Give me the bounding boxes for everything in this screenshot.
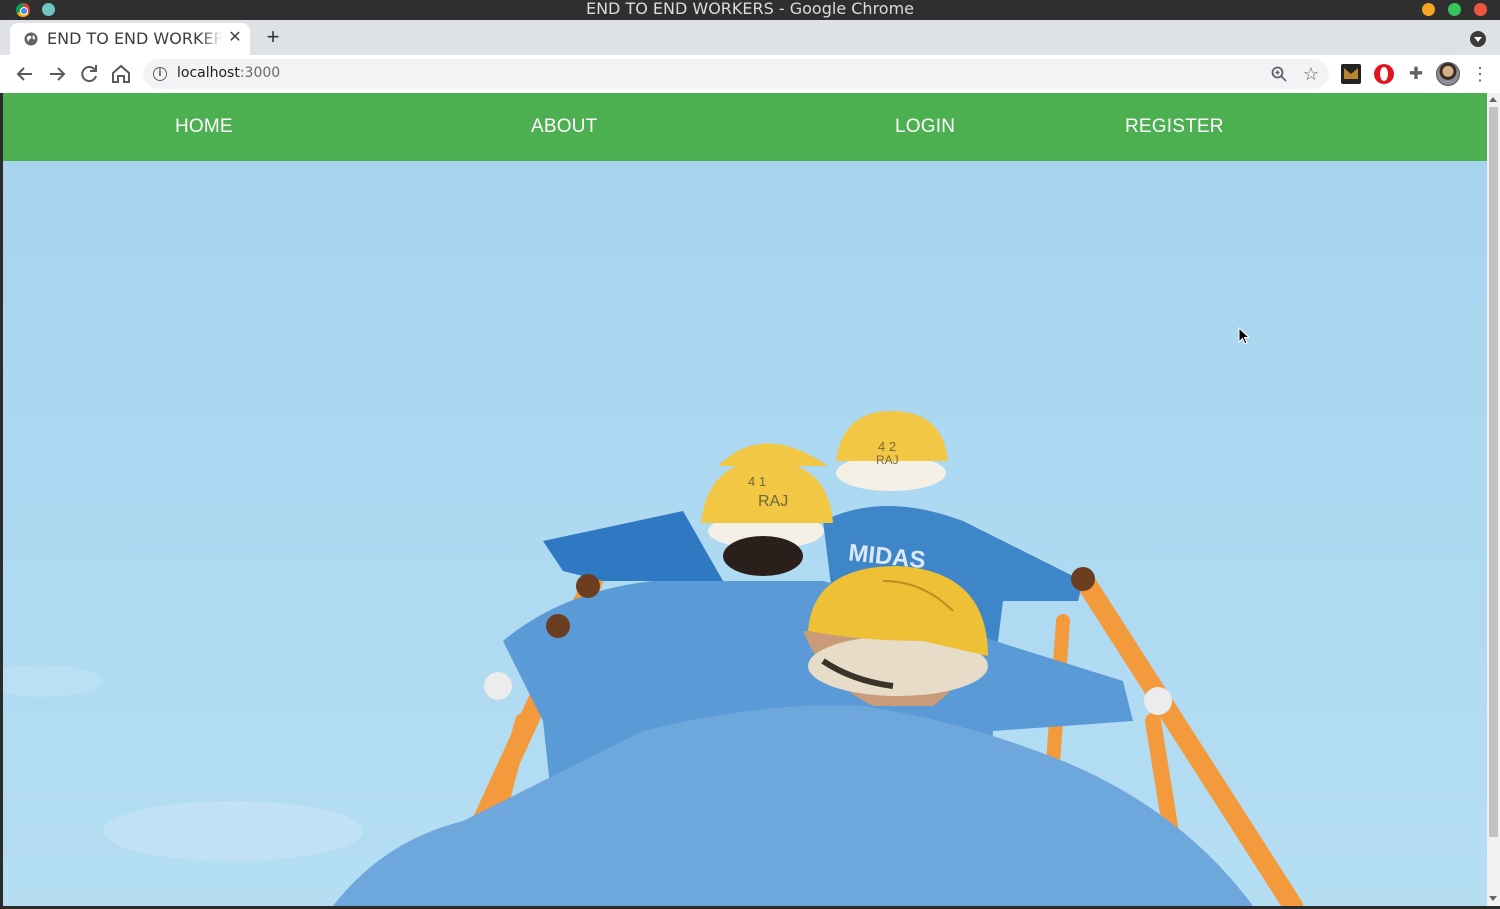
- mouse-cursor-icon: [1238, 327, 1250, 345]
- window-title-bar: END TO END WORKERS - Google Chrome: [0, 0, 1500, 20]
- url-text[interactable]: localhost:3000: [177, 65, 280, 81]
- reload-button[interactable]: [77, 62, 101, 86]
- opera-extension-icon[interactable]: [1374, 64, 1394, 84]
- close-window-button[interactable]: [1474, 3, 1487, 16]
- scroll-down-icon[interactable]: [1489, 896, 1497, 901]
- window-title: END TO END WORKERS - Google Chrome: [585, 0, 915, 18]
- address-bar[interactable]: i localhost:3000 ☆: [143, 59, 1329, 89]
- site-info-icon[interactable]: i: [153, 67, 167, 81]
- helmet-name-1: RAJ: [758, 493, 788, 510]
- tab-strip: END TO END WORKERS ✕ +: [0, 20, 1500, 55]
- home-icon: [112, 64, 130, 83]
- maximize-button[interactable]: [1448, 3, 1461, 16]
- helmet-number-1: 4 1: [748, 474, 766, 489]
- scroll-up-icon[interactable]: [1489, 97, 1497, 102]
- profile-avatar[interactable]: [1436, 62, 1460, 86]
- page-scrollbar[interactable]: [1487, 93, 1500, 906]
- globe-icon: [24, 32, 38, 46]
- back-arrow-icon: [16, 67, 32, 81]
- forward-button[interactable]: [45, 62, 69, 86]
- home-button[interactable]: [109, 62, 133, 86]
- helmet-name-2: RAJ: [876, 453, 899, 467]
- hero-image: MIDAS 4 2 RAJ 4 1 RAJ: [3, 161, 1487, 906]
- browser-toolbar: i localhost:3000 ☆ ✚ ⋮: [0, 55, 1500, 93]
- zoom-icon[interactable]: [1270, 65, 1288, 83]
- site-navbar: HOME ABOUT LOGIN REGISTER: [3, 93, 1487, 161]
- page-viewport: HOME ABOUT LOGIN REGISTER MIDAS 4 2 RAJ …: [3, 93, 1487, 906]
- nav-login-link[interactable]: LOGIN: [895, 116, 955, 138]
- tab-title: END TO END WORKERS: [47, 29, 222, 48]
- minimize-button[interactable]: [1422, 3, 1435, 16]
- tab-close-icon[interactable]: ✕: [226, 29, 244, 47]
- nav-about-link[interactable]: ABOUT: [531, 116, 597, 138]
- nav-register-link[interactable]: REGISTER: [1125, 116, 1224, 138]
- bookmark-star-icon[interactable]: ☆: [1301, 64, 1321, 84]
- extensions-puzzle-icon[interactable]: ✚: [1406, 64, 1426, 84]
- forward-arrow-icon: [50, 67, 66, 81]
- helmet-number-2: 4 2: [878, 439, 896, 454]
- mail-extension-icon[interactable]: [1341, 64, 1361, 84]
- browser-menu-icon[interactable]: ⋮: [1470, 64, 1490, 84]
- nav-home-link[interactable]: HOME: [175, 116, 233, 138]
- back-button[interactable]: [13, 62, 37, 86]
- tab-search-icon[interactable]: [1470, 31, 1486, 47]
- tab-end-to-end-workers[interactable]: END TO END WORKERS ✕: [10, 23, 250, 55]
- workers-climbing-illustration: MIDAS 4 2 RAJ 4 1 RAJ: [3, 411, 1303, 906]
- reload-icon: [81, 65, 97, 83]
- scrollbar-thumb[interactable]: [1489, 107, 1498, 837]
- new-tab-button[interactable]: +: [262, 26, 284, 48]
